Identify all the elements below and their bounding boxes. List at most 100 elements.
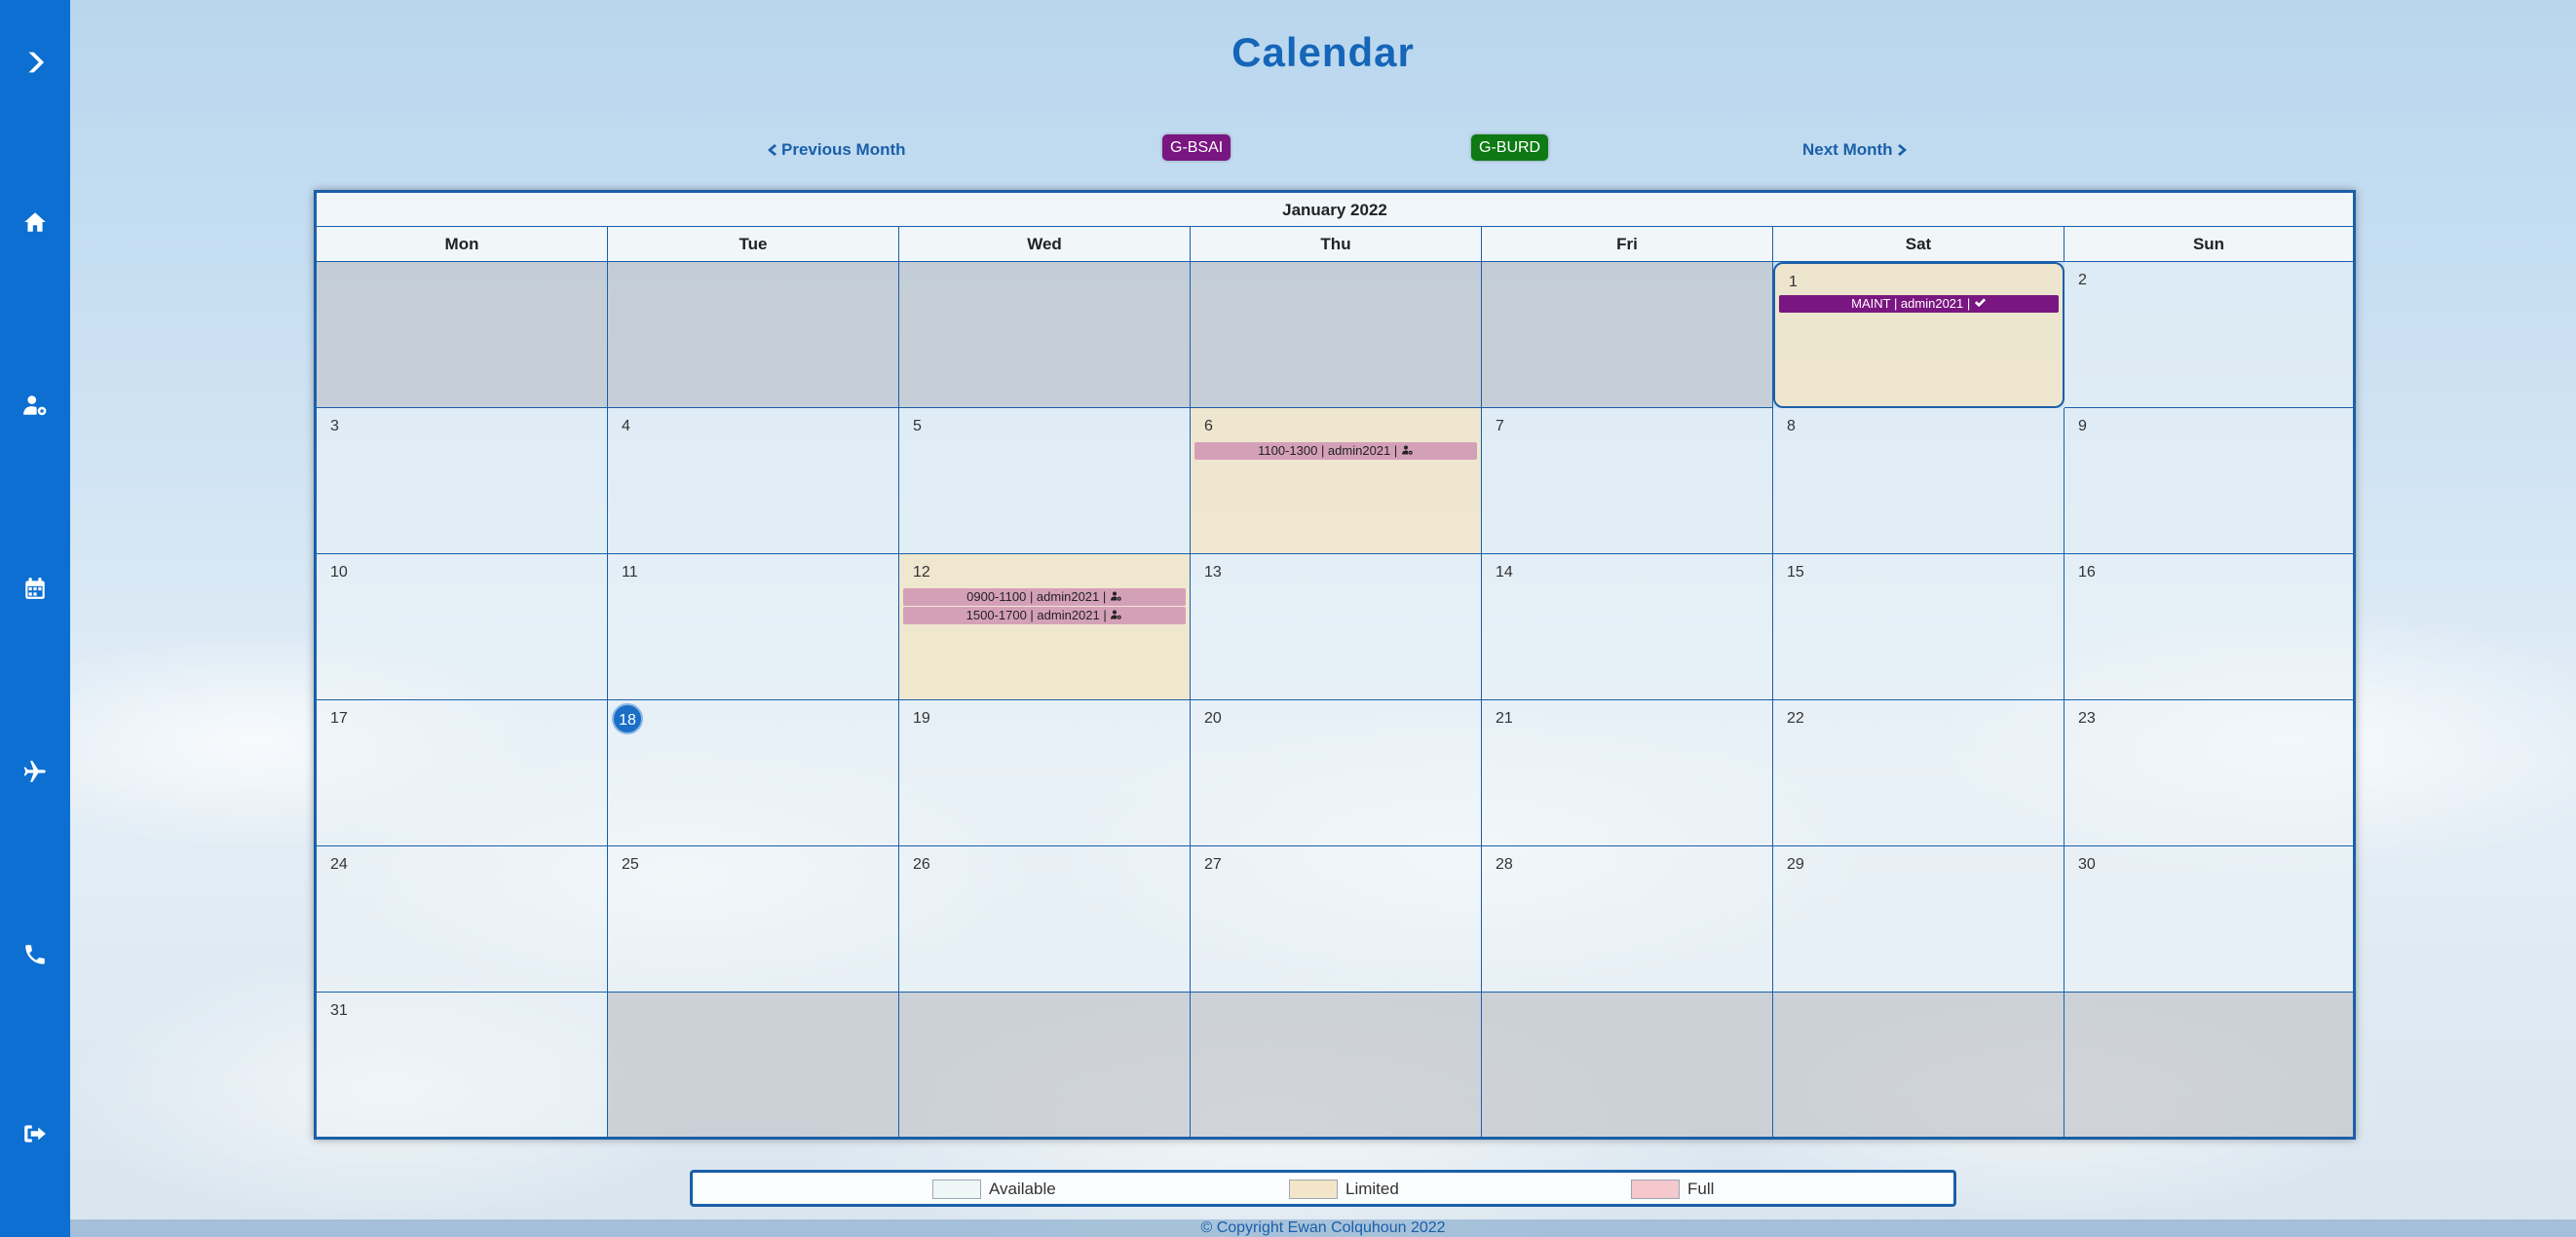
day-cell-29[interactable]: 29: [1773, 846, 2065, 993]
event-text: 1100-1300 | admin2021 |: [1258, 443, 1401, 458]
day-cell-19[interactable]: 19: [899, 700, 1191, 846]
booking-event[interactable]: 0900-1100 | admin2021 |: [903, 588, 1186, 606]
aircraft-badge-g-burd[interactable]: G-BURD: [1471, 134, 1549, 161]
empty-day-cell: [1773, 993, 2065, 1137]
contact-button[interactable]: [0, 935, 70, 974]
day-cell-9[interactable]: 9: [2065, 408, 2353, 554]
day-number: 21: [1496, 710, 1513, 727]
empty-day-cell: [1191, 993, 1482, 1137]
empty-day-cell: [608, 262, 899, 408]
day-number: 17: [330, 710, 348, 727]
day-cell-26[interactable]: 26: [899, 846, 1191, 993]
day-cell-1[interactable]: 1 MAINT | admin2021 |: [1773, 262, 2065, 408]
chevron-right-icon: [1897, 144, 1907, 156]
day-cell-2[interactable]: 2: [2065, 262, 2353, 408]
day-cell-16[interactable]: 16: [2065, 554, 2353, 700]
day-cell-10[interactable]: 10: [317, 554, 608, 700]
calendar-grid: January 2022 Mon Tue Wed Thu Fri Sat Sun…: [314, 190, 2356, 1140]
chevron-right-icon: [28, 52, 45, 73]
sidebar: [0, 0, 70, 1237]
previous-month-label: Previous Month: [781, 140, 906, 159]
day-cell-11[interactable]: 11: [608, 554, 899, 700]
user-cog-icon: [1111, 610, 1122, 619]
booking-event[interactable]: MAINT | admin2021 |: [1779, 295, 2059, 313]
day-cell-25[interactable]: 25: [608, 846, 899, 993]
empty-day-cell: [1482, 993, 1773, 1137]
day-number: 26: [913, 856, 930, 873]
day-number: 16: [2078, 564, 2096, 581]
weekday-header-mon: Mon: [317, 227, 608, 262]
day-number: 12: [913, 564, 930, 581]
day-number: 31: [330, 1002, 348, 1019]
full-swatch: [1631, 1180, 1680, 1199]
empty-day-cell: [2065, 993, 2353, 1137]
day-cell-14[interactable]: 14: [1482, 554, 1773, 700]
home-button[interactable]: [0, 203, 70, 242]
previous-month-link[interactable]: Previous Month: [766, 140, 906, 160]
event-text: 0900-1100 | admin2021 |: [966, 589, 1110, 604]
day-cell-24[interactable]: 24: [317, 846, 608, 993]
phone-icon: [25, 945, 45, 964]
day-cell-21[interactable]: 21: [1482, 700, 1773, 846]
day-number: 7: [1496, 418, 1504, 434]
empty-day-cell: [1482, 262, 1773, 408]
day-cell-31[interactable]: 31: [317, 993, 608, 1137]
day-cell-18[interactable]: 18: [608, 700, 899, 846]
legend-limited: Limited: [1289, 1180, 1399, 1199]
day-number: 9: [2078, 418, 2087, 434]
calendar-button[interactable]: [0, 569, 70, 608]
day-cell-13[interactable]: 13: [1191, 554, 1482, 700]
day-number: 8: [1787, 418, 1796, 434]
account-settings-button[interactable]: [0, 386, 70, 425]
day-number: 6: [1204, 418, 1213, 434]
page-title: Calendar: [1231, 29, 1415, 75]
day-cell-7[interactable]: 7: [1482, 408, 1773, 554]
day-cell-27[interactable]: 27: [1191, 846, 1482, 993]
weekday-header-thu: Thu: [1191, 227, 1482, 262]
day-cell-5[interactable]: 5: [899, 408, 1191, 554]
expand-sidebar-button[interactable]: [0, 43, 70, 82]
day-cell-20[interactable]: 20: [1191, 700, 1482, 846]
day-cell-30[interactable]: 30: [2065, 846, 2353, 993]
day-number: 2: [2078, 272, 2087, 288]
event-text: MAINT | admin2021 |: [1851, 296, 1974, 311]
day-cell-3[interactable]: 3: [317, 408, 608, 554]
empty-day-cell: [317, 262, 608, 408]
legend-available: Available: [932, 1180, 1056, 1199]
user-cog-icon: [1401, 445, 1413, 455]
weekday-header-wed: Wed: [899, 227, 1191, 262]
day-cell-6[interactable]: 6 1100-1300 | admin2021 |: [1191, 408, 1482, 554]
chevron-left-icon: [768, 144, 777, 156]
day-number: 3: [330, 418, 339, 434]
day-cell-4[interactable]: 4: [608, 408, 899, 554]
event-text: 1500-1700 | admin2021 |: [966, 608, 1111, 622]
day-number: 19: [913, 710, 930, 727]
next-month-link[interactable]: Next Month: [1802, 140, 1909, 160]
day-number: 5: [913, 418, 922, 434]
day-cell-23[interactable]: 23: [2065, 700, 2353, 846]
day-cell-12[interactable]: 12 0900-1100 | admin2021 | 1500-1700 | a…: [899, 554, 1191, 700]
empty-day-cell: [608, 993, 899, 1137]
booking-event[interactable]: 1500-1700 | admin2021 |: [903, 607, 1186, 624]
logout-button[interactable]: [0, 1114, 70, 1153]
day-cell-28[interactable]: 28: [1482, 846, 1773, 993]
empty-day-cell: [1191, 262, 1482, 408]
availability-legend: Available Limited Full: [690, 1170, 1956, 1207]
aircraft-badge-g-bsai[interactable]: G-BSAI: [1162, 134, 1231, 161]
day-cell-22[interactable]: 22: [1773, 700, 2065, 846]
day-cell-17[interactable]: 17: [317, 700, 608, 846]
day-number: 1: [1789, 274, 1798, 290]
day-number: 20: [1204, 710, 1222, 727]
today-marker: 18: [612, 703, 643, 734]
calendar-icon: [25, 578, 45, 599]
footer-copyright: © Copyright Ewan Colquhoun 2022: [70, 1219, 2576, 1237]
aircraft-button[interactable]: [0, 752, 70, 791]
empty-day-cell: [899, 993, 1191, 1137]
day-number: 28: [1496, 856, 1513, 873]
home-icon: [24, 212, 46, 232]
next-month-label: Next Month: [1802, 140, 1893, 159]
user-cog-icon: [1110, 591, 1121, 601]
day-cell-8[interactable]: 8: [1773, 408, 2065, 554]
booking-event[interactable]: 1100-1300 | admin2021 |: [1194, 442, 1477, 460]
day-cell-15[interactable]: 15: [1773, 554, 2065, 700]
